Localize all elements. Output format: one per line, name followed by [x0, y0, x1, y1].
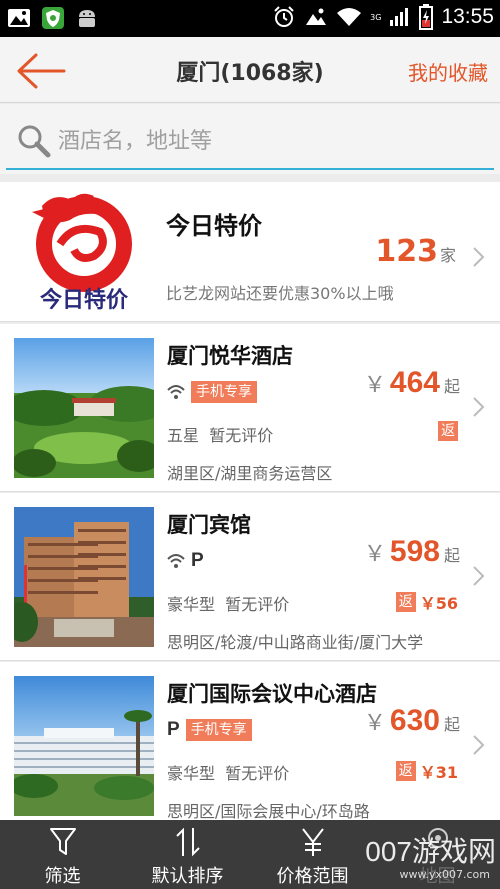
- app-header: 厦门(1068家) 我的收藏: [0, 37, 500, 103]
- chevron-right-icon: [473, 247, 485, 267]
- shield-app-icon: [40, 5, 66, 31]
- rebate-amount: ￥31: [419, 763, 458, 782]
- elong-logo: 今日特价: [14, 186, 154, 320]
- price-suffix: 起: [443, 715, 460, 734]
- photo-icon: [6, 5, 32, 31]
- hotel-price: ￥ 464 起: [364, 366, 460, 400]
- hotel-photo: [14, 507, 154, 647]
- hotel-price: ￥ 598 起: [364, 535, 460, 569]
- hotel-features: P 手机专享: [167, 718, 252, 742]
- currency-symbol: ￥: [363, 711, 386, 736]
- nav-filter[interactable]: 筛选: [0, 820, 125, 889]
- hotel-rating: 暂无评价: [225, 595, 290, 614]
- hotel-meta: 豪华型 暂无评价: [167, 591, 289, 615]
- hotel-card[interactable]: 厦门悦华酒店 手机专享 ￥ 464 起 五星 暂无评价 返 湖里区/湖里商务运营区: [0, 324, 500, 492]
- hotel-rating: 暂无评价: [209, 426, 274, 445]
- chevron-right-icon: [473, 566, 485, 586]
- battery-icon: [419, 4, 434, 30]
- hotel-features: P: [167, 549, 204, 573]
- network-type: 3G: [370, 12, 382, 22]
- hotel-address: 湖里区/湖里商务运营区: [167, 464, 333, 483]
- rebate-amount: ￥56: [419, 594, 458, 613]
- wifi-icon: [337, 8, 362, 26]
- rebate-tag: 返: [438, 421, 458, 441]
- hotel-rating: 暂无评价: [225, 764, 290, 783]
- price-suffix: 起: [443, 546, 460, 565]
- rebate-tag: 返: [395, 761, 416, 781]
- rebate-tag: 返: [395, 592, 416, 612]
- android-icon: [74, 5, 100, 31]
- mobile-exclusive-tag: 手机专享: [185, 719, 252, 741]
- hotel-address: 思明区/轮渡/中山路商业街/厦门大学: [167, 633, 424, 652]
- search-icon: [18, 125, 51, 158]
- bottom-nav: 筛选 默认排序 价格范围 地图 007游戏网 www.yx007.com: [0, 820, 500, 889]
- hotel-card[interactable]: 厦门宾馆 P ￥ 598 起 豪华型 暂无评价 返 ￥56 思明区/轮渡/中山路商业街…: [0, 493, 500, 661]
- nav-map[interactable]: 地图: [375, 820, 500, 889]
- promo-count-value: 123: [375, 234, 438, 269]
- price-value: 630: [389, 704, 440, 737]
- hotel-rebate: 返 ￥31: [395, 759, 458, 783]
- hotel-meta: 五星 暂无评价: [167, 422, 273, 446]
- hotel-features: 手机专享: [167, 380, 257, 404]
- search-bar: [0, 104, 500, 174]
- alarm-icon: [274, 6, 294, 27]
- wifi-icon: [167, 385, 185, 399]
- hotel-star: 豪华型: [167, 595, 216, 614]
- hotel-name: 厦门悦华酒店: [167, 344, 293, 368]
- favorites-button[interactable]: 我的收藏: [408, 57, 488, 86]
- hotel-name: 厦门国际会议中心酒店: [167, 682, 377, 706]
- status-bar: 3G 13:55: [0, 0, 500, 37]
- wifi-icon: [167, 554, 185, 568]
- search-box: [6, 114, 494, 170]
- hotel-rebate: 返: [438, 421, 458, 441]
- hotel-star: 豪华型: [167, 764, 216, 783]
- currency-symbol: ￥: [363, 373, 386, 398]
- nav-sort-label: 默认排序: [151, 866, 224, 887]
- promo-logo-text: 今日特价: [39, 288, 128, 313]
- chevron-right-icon: [473, 397, 485, 417]
- hotel-address: 思明区/国际会展中心/环岛路: [167, 802, 370, 821]
- promo-count: 123 家: [375, 234, 456, 269]
- hotel-photo: [14, 676, 154, 816]
- hotel-card[interactable]: 厦门国际会议中心酒店 P 手机专享 ￥ 630 起 豪华型 暂无评价 返 ￥31 思明…: [0, 662, 500, 822]
- nav-filter-label: 筛选: [44, 866, 81, 887]
- filter-icon: [49, 828, 76, 855]
- promo-description: 比艺龙网站还要优惠30%以上哦: [166, 284, 394, 303]
- hotel-name: 厦门宾馆: [167, 513, 251, 537]
- hotel-photo: [14, 338, 154, 478]
- hotel-price: ￥ 630 起: [364, 704, 460, 738]
- nav-price-range[interactable]: 价格范围: [250, 820, 375, 889]
- clock: 13:55: [441, 5, 494, 28]
- hotel-star: 五星: [167, 426, 200, 445]
- hotel-rebate: 返 ￥56: [395, 590, 458, 614]
- nav-sort[interactable]: 默认排序: [125, 820, 250, 889]
- currency-symbol: ￥: [363, 542, 386, 567]
- yen-icon: [301, 828, 324, 856]
- search-input[interactable]: [58, 128, 478, 154]
- nav-price-label: 价格范围: [276, 866, 349, 887]
- chevron-right-icon: [473, 735, 485, 755]
- price-value: 464: [389, 366, 440, 399]
- signal-icon: [390, 8, 409, 26]
- price-suffix: 起: [443, 377, 460, 396]
- nav-map-label: 地图: [419, 866, 456, 887]
- parking-icon: P: [191, 550, 204, 571]
- parking-icon: P: [167, 719, 180, 740]
- promo-card[interactable]: 今日特价 今日特价 123 家 比艺龙网站还要优惠30%以上哦: [0, 182, 500, 322]
- image-icon: [306, 8, 327, 25]
- promo-count-unit: 家: [439, 246, 456, 265]
- hotel-meta: 豪华型 暂无评价: [167, 760, 289, 784]
- mobile-exclusive-tag: 手机专享: [191, 381, 257, 403]
- price-value: 598: [389, 535, 440, 568]
- sort-icon: [175, 827, 200, 857]
- map-pin-icon: [427, 828, 448, 848]
- promo-title: 今日特价: [166, 212, 262, 240]
- back-button[interactable]: [14, 51, 70, 91]
- back-arrow-icon: [17, 53, 66, 89]
